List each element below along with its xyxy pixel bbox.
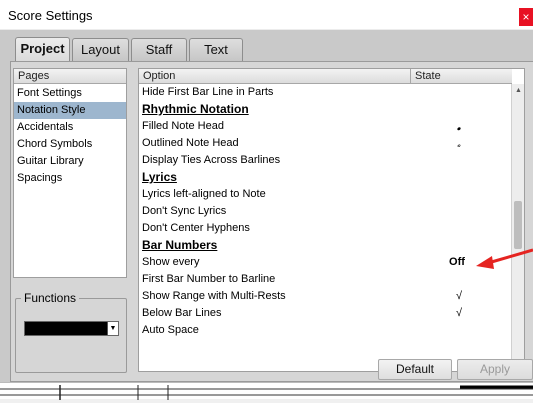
option-label: Outlined Note Head — [142, 137, 239, 149]
option-row[interactable]: Don't Sync Lyrics — [139, 203, 512, 220]
option-row[interactable]: Outlined Note Head 𝅗 — [139, 135, 512, 152]
section-heading-lyrics: Lyrics — [139, 169, 512, 186]
score-background-strip — [0, 382, 533, 400]
option-row[interactable]: Below Bar Lines √ — [139, 305, 512, 322]
scroll-up-icon[interactable]: ▲ — [512, 84, 524, 98]
title-bar: Score Settings × — [0, 0, 533, 30]
window-title: Score Settings — [8, 8, 93, 23]
red-arrow-annotation — [476, 248, 533, 269]
close-button[interactable]: × — [519, 8, 533, 26]
tab-project[interactable]: Project — [15, 37, 70, 62]
option-row[interactable]: Show Range with Multi-Rests √ — [139, 288, 512, 305]
section-heading-bar-numbers: Bar Numbers — [139, 237, 512, 254]
option-row[interactable]: Don't Center Hyphens — [139, 220, 512, 237]
option-row[interactable]: First Bar Number to Barline — [139, 271, 512, 288]
red-arrow-shaft — [487, 248, 533, 265]
functions-label: Functions — [21, 291, 80, 305]
section-heading-rhythmic-notation: Rhythmic Notation — [139, 101, 512, 118]
show-every-state[interactable]: Off — [442, 254, 472, 271]
default-button[interactable]: Default — [378, 359, 452, 380]
pages-header: Pages — [14, 69, 126, 84]
option-label: Show Range with Multi-Rests — [142, 290, 286, 302]
page-item-spacings[interactable]: Spacings — [14, 170, 126, 187]
option-column-header[interactable]: Option — [139, 69, 411, 84]
page-item-font-settings[interactable]: Font Settings — [14, 85, 126, 102]
option-label: First Bar Number to Barline — [142, 273, 276, 285]
chevron-down-icon[interactable]: ▼ — [107, 322, 118, 335]
tab-staff[interactable]: Staff — [131, 38, 187, 61]
pages-list: Pages Font Settings Notation Style Accid… — [13, 68, 127, 278]
page-item-accidentals[interactable]: Accidentals — [14, 119, 126, 136]
tab-text[interactable]: Text — [189, 38, 243, 61]
option-label: Show every — [142, 256, 200, 268]
section-heading-label: Rhythmic Notation — [142, 102, 249, 116]
apply-button[interactable]: Apply — [457, 359, 533, 380]
checkmark-icon[interactable]: √ — [444, 305, 474, 322]
page-item-chord-symbols[interactable]: Chord Symbols — [14, 136, 126, 153]
option-row[interactable]: Lyrics left-aligned to Note — [139, 186, 512, 203]
options-scrollbar[interactable]: ▲ ▼ — [511, 84, 524, 371]
option-label: Lyrics left-aligned to Note — [142, 188, 266, 200]
option-row[interactable]: Auto Space — [139, 322, 512, 339]
option-label: Don't Sync Lyrics — [142, 205, 227, 217]
outlined-notehead-icon[interactable]: 𝅗 — [444, 135, 474, 152]
option-label: Below Bar Lines — [142, 307, 222, 319]
option-label: Hide First Bar Line in Parts — [142, 86, 274, 98]
tab-layout[interactable]: Layout — [72, 38, 129, 61]
red-arrow-head — [476, 256, 494, 269]
functions-group: Functions ▼ — [15, 291, 127, 373]
option-row[interactable]: Display Ties Across Barlines — [139, 152, 512, 169]
page-item-notation-style[interactable]: Notation Style — [14, 102, 126, 119]
checkmark-icon[interactable]: √ — [444, 288, 474, 305]
section-heading-label: Lyrics — [142, 170, 177, 184]
page-item-guitar-library[interactable]: Guitar Library — [14, 153, 126, 170]
option-label: Auto Space — [142, 324, 199, 336]
option-row[interactable]: Show every Off — [139, 254, 512, 271]
staff-lines — [0, 385, 533, 400]
option-label: Don't Center Hyphens — [142, 222, 250, 234]
score-settings-dialog: Project Layout Staff Text Pages Font Set… — [0, 30, 533, 382]
options-list: Option State Hide First Bar Line in Part… — [138, 68, 525, 372]
option-row[interactable]: Filled Note Head 𝅘 — [139, 118, 512, 135]
filled-notehead-icon[interactable]: 𝅘 — [444, 118, 474, 135]
option-label: Filled Note Head — [142, 120, 224, 132]
state-column-header[interactable]: State — [411, 69, 512, 84]
section-heading-label: Bar Numbers — [142, 238, 218, 252]
functions-dropdown[interactable]: ▼ — [24, 321, 119, 336]
option-label: Display Ties Across Barlines — [142, 154, 281, 166]
option-row[interactable]: Hide First Bar Line in Parts — [139, 84, 512, 101]
